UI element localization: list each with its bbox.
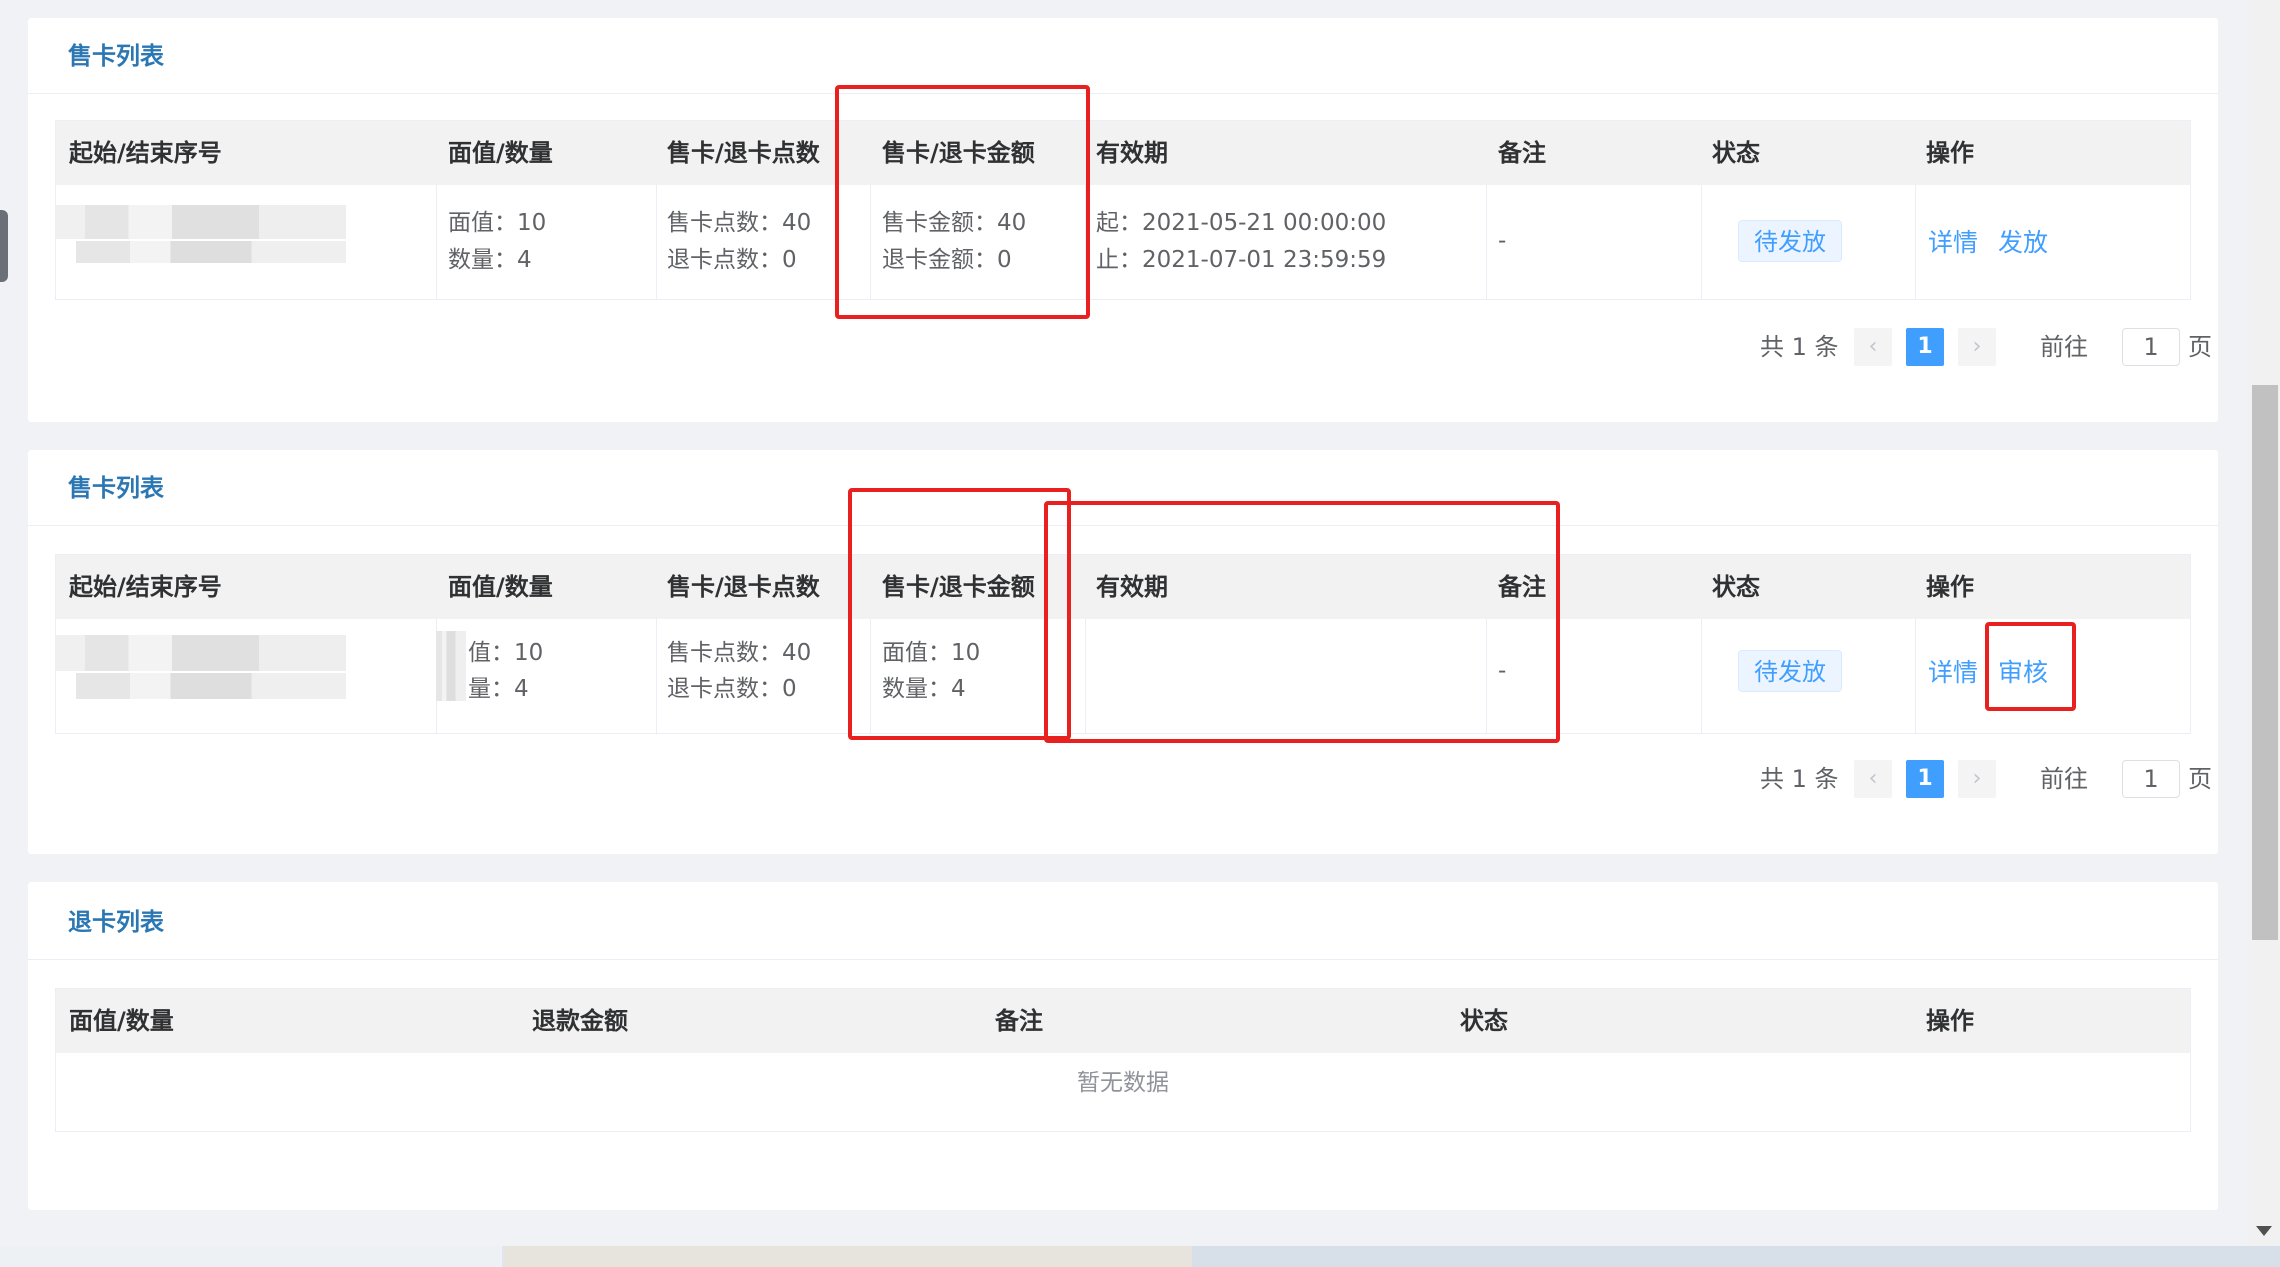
table-header: 面值/数量 退款金额 备注 状态 操作: [56, 989, 2190, 1053]
table-header: 起始/结束序号 面值/数量 售卡/退卡点数 售卡/退卡金额 有效期 备注 状态 …: [56, 555, 2190, 619]
goto-page-input[interactable]: 1: [2122, 328, 2180, 366]
panel-title: 售卡列表: [68, 42, 164, 70]
th-serial: 起始/结束序号: [69, 139, 222, 167]
th-serial: 起始/结束序号: [69, 573, 222, 601]
issue-link[interactable]: 发放: [1998, 223, 2048, 259]
th-action: 操作: [1926, 573, 1974, 601]
refund-amount: 退卡金额：0: [882, 247, 1012, 273]
sale-list-panel-1: 售卡列表 起始/结束序号 面值/数量 售卡/退卡点数 售卡/退卡金额 有效期 备…: [28, 18, 2218, 422]
remark: -: [1498, 658, 1507, 684]
th-validity: 有效期: [1096, 139, 1168, 167]
divider: [28, 959, 2218, 960]
detail-link[interactable]: 详情: [1928, 223, 1978, 259]
page-1-button[interactable]: 1: [1906, 328, 1944, 366]
page-suffix: 页: [2188, 333, 2212, 361]
th-amount: 售卡/退卡金额: [882, 139, 1035, 167]
th-refund-amount: 退款金额: [532, 1007, 628, 1035]
remark: -: [1498, 228, 1507, 254]
sale-table: 起始/结束序号 面值/数量 售卡/退卡点数 售卡/退卡金额 有效期 备注 状态 …: [55, 554, 2191, 734]
divider: [28, 93, 2218, 94]
pagination-total: 共 1 条: [1760, 765, 1839, 793]
scroll-down-arrow-icon[interactable]: [2256, 1226, 2272, 1236]
redacted-serial: [76, 241, 346, 263]
review-link[interactable]: 审核: [1998, 653, 2048, 689]
refund-list-panel: 退卡列表 面值/数量 退款金额 备注 状态 操作 暂无数据: [28, 882, 2218, 1210]
status-badge: 待发放: [1738, 220, 1842, 262]
th-points: 售卡/退卡点数: [667, 139, 820, 167]
table-row: 值：10 量：4 售卡点数：40 退卡点数：0 面值：10 数量：4 - 待发放…: [56, 619, 2190, 733]
th-remark: 备注: [1498, 573, 1546, 601]
taskbar-segment: [504, 1246, 1192, 1267]
goto-label: 前往: [2040, 333, 2088, 361]
divider: [28, 525, 2218, 526]
scrollbar-thumb[interactable]: [2252, 385, 2278, 940]
refund-points: 退卡点数：0: [667, 676, 797, 702]
th-face: 面值/数量: [448, 139, 553, 167]
valid-to: 止：2021-07-01 23:59:59: [1096, 247, 1387, 273]
left-edge-handle: [0, 210, 8, 282]
detail-link[interactable]: 详情: [1928, 653, 1978, 689]
redacted-serial: [76, 673, 346, 699]
face-value: 值：10: [468, 640, 544, 666]
amount-face-value: 面值：10: [882, 640, 981, 666]
refund-points: 退卡点数：0: [667, 247, 797, 273]
th-status: 状态: [1712, 573, 1760, 601]
taskbar-segment: [1192, 1246, 2280, 1267]
sale-points: 售卡点数：40: [667, 640, 812, 666]
table-header: 起始/结束序号 面值/数量 售卡/退卡点数 售卡/退卡金额 有效期 备注 状态 …: [56, 121, 2190, 185]
th-remark: 备注: [995, 1007, 1043, 1035]
goto-page-input[interactable]: 1: [2122, 760, 2180, 798]
face-value: 面值：10: [448, 210, 547, 236]
goto-label: 前往: [2040, 765, 2088, 793]
pagination: 共 1 条 ‹ 1 › 前往 1 页: [1760, 328, 2220, 366]
quantity: 量：4: [468, 676, 529, 702]
prev-page-button[interactable]: ‹: [1854, 328, 1892, 366]
th-amount: 售卡/退卡金额: [882, 573, 1035, 601]
next-page-button[interactable]: ›: [1958, 760, 1996, 798]
empty-text: 暂无数据: [1077, 1070, 1169, 1096]
next-page-button[interactable]: ›: [1958, 328, 1996, 366]
taskbar: [0, 1246, 2280, 1267]
th-face: 面值/数量: [448, 573, 553, 601]
sale-table: 起始/结束序号 面值/数量 售卡/退卡点数 售卡/退卡金额 有效期 备注 状态 …: [55, 120, 2191, 300]
pagination-total: 共 1 条: [1760, 333, 1839, 361]
sale-amount: 售卡金额：40: [882, 210, 1027, 236]
redacted-serial: [436, 631, 466, 701]
panel-title: 退卡列表: [68, 908, 164, 936]
prev-page-button[interactable]: ‹: [1854, 760, 1892, 798]
redacted-serial: [56, 205, 346, 239]
th-points: 售卡/退卡点数: [667, 573, 820, 601]
sale-points: 售卡点数：40: [667, 210, 812, 236]
valid-from: 起：2021-05-21 00:00:00: [1096, 210, 1387, 236]
quantity: 数量：4: [448, 247, 532, 273]
th-status: 状态: [1460, 1007, 1508, 1035]
th-action: 操作: [1926, 1007, 1974, 1035]
refund-table: 面值/数量 退款金额 备注 状态 操作 暂无数据: [55, 988, 2191, 1132]
th-status: 状态: [1712, 139, 1760, 167]
sale-list-panel-2: 售卡列表 起始/结束序号 面值/数量 售卡/退卡点数 售卡/退卡金额 有效期 备…: [28, 450, 2218, 854]
status-badge: 待发放: [1738, 650, 1842, 692]
page-suffix: 页: [2188, 765, 2212, 793]
taskbar-segment: [0, 1246, 502, 1267]
th-action: 操作: [1926, 139, 1974, 167]
pagination: 共 1 条 ‹ 1 › 前往 1 页: [1760, 760, 2220, 798]
panel-title: 售卡列表: [68, 474, 164, 502]
th-remark: 备注: [1498, 139, 1546, 167]
table-row: 面值：10 数量：4 售卡点数：40 退卡点数：0 售卡金额：40 退卡金额：0…: [56, 185, 2190, 299]
page-1-button[interactable]: 1: [1906, 760, 1944, 798]
th-face: 面值/数量: [69, 1007, 174, 1035]
th-validity: 有效期: [1096, 573, 1168, 601]
amount-quantity: 数量：4: [882, 676, 966, 702]
redacted-serial: [56, 635, 346, 671]
